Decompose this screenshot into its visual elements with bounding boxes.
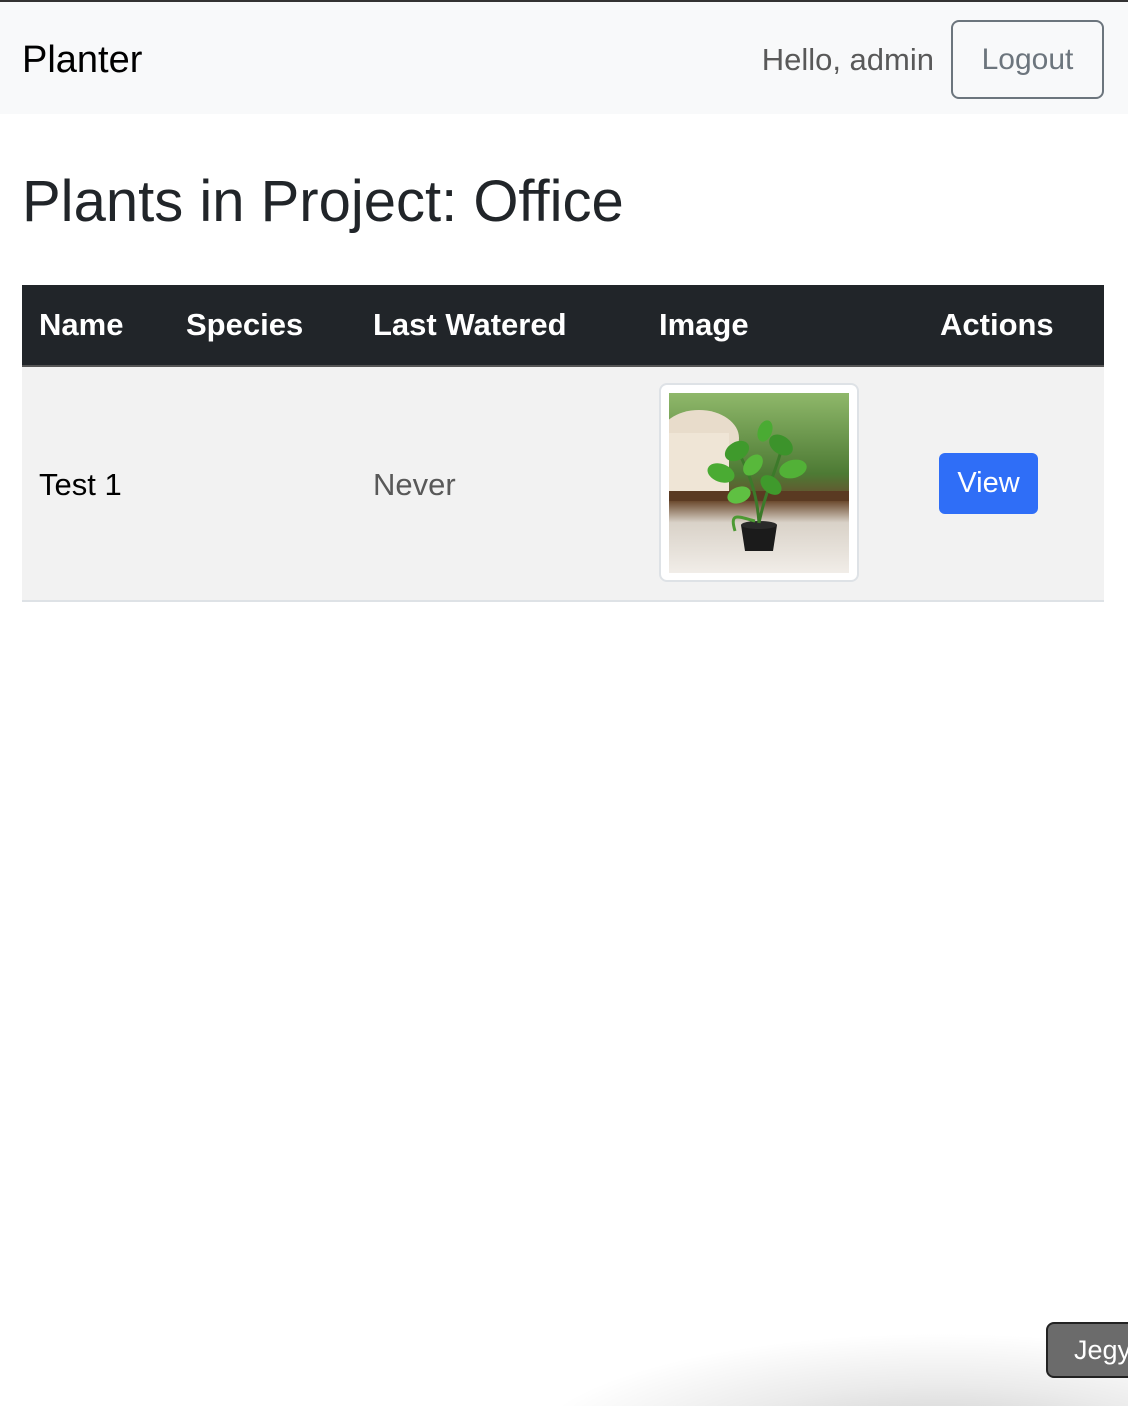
dock-shadow	[520, 1332, 1128, 1406]
page-title: Plants in Project: Office	[22, 169, 624, 234]
view-plant-button[interactable]: View	[939, 453, 1038, 514]
table-header-row: Name Species Last Watered Image Actions	[22, 285, 1104, 367]
plant-photo-image	[669, 393, 849, 573]
cell-plant-name: Test 1	[39, 467, 122, 502]
column-header-name: Name	[39, 307, 124, 342]
column-header-species: Species	[186, 307, 304, 342]
plant-thumbnail	[659, 383, 859, 582]
corner-floating-button[interactable]: Jegy	[1046, 1322, 1128, 1378]
browser-viewport: Planter Hello, admin Logout Plants in Pr…	[0, 0, 1128, 1406]
user-greeting: Hello, admin	[761, 42, 934, 77]
column-header-image: Image	[659, 307, 749, 342]
column-header-actions: Actions	[940, 307, 1054, 342]
logout-button[interactable]: Logout	[951, 20, 1104, 99]
cell-last-watered: Never	[373, 467, 456, 502]
plants-table: Name Species Last Watered Image Actions …	[22, 285, 1104, 602]
column-header-last-watered: Last Watered	[373, 307, 567, 342]
top-navbar: Planter Hello, admin Logout	[0, 2, 1128, 114]
brand-logo-text[interactable]: Planter	[22, 36, 142, 84]
table-row: Test 1 Never View	[22, 367, 1104, 602]
